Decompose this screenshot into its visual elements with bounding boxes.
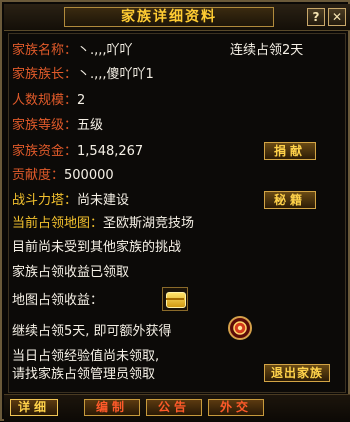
- map-income-label: 地图占领收益：: [12, 293, 104, 308]
- consecutive-days: 连续占领2天: [230, 43, 304, 58]
- window-title: 家族详细资料: [64, 7, 274, 27]
- leader-value: 丶.,,,傻吖吖1: [77, 67, 154, 82]
- leader-row: 家族族长：丶.,,,傻吖吖1: [12, 66, 154, 84]
- contribution-row: 贡献度：500000: [12, 167, 114, 185]
- hall-row: 战斗力塔：尚未建设: [12, 192, 129, 210]
- size-value: 2: [77, 93, 86, 108]
- exp-text-1: 当日占领经验值尚未领取,: [12, 349, 160, 364]
- tab-bar: 详细 编制 公告 外交: [4, 394, 350, 422]
- size-row: 人数规模：2: [12, 92, 85, 110]
- challenge-status: 目前尚未受到其他家族的挑战: [12, 240, 182, 255]
- leave-family-button[interactable]: 退出家族: [264, 364, 330, 382]
- treasure-chest-icon[interactable]: [162, 287, 188, 311]
- family-detail-window: 家族详细资料 ? ✕ 家族名称：丶.,,,吖吖 连续占领2天 家族族长：丶.,,…: [0, 0, 350, 422]
- leader-label: 家族族长：: [12, 67, 78, 82]
- medal-icon[interactable]: [227, 315, 253, 341]
- territory-row: 当前占领地图：圣欧斯湖竞技场: [12, 215, 194, 233]
- donate-button[interactable]: 捐献: [264, 142, 316, 160]
- help-button[interactable]: ?: [307, 8, 325, 26]
- level-value: 五级: [77, 118, 104, 133]
- hall-label: 战斗力塔：: [12, 193, 78, 208]
- secret-button[interactable]: 秘籍: [264, 191, 316, 209]
- continue-text: 继续占领5天, 即可额外获得: [12, 324, 172, 339]
- exp-text-2: 请找家族占领管理员领取: [12, 367, 156, 382]
- territory-label: 当前占领地图：: [12, 216, 104, 231]
- tab-announcement[interactable]: 公告: [146, 399, 202, 416]
- tab-organization[interactable]: 编制: [84, 399, 140, 416]
- level-label: 家族等级：: [12, 118, 78, 133]
- level-row: 家族等级：五级: [12, 117, 103, 135]
- family-name-value: 丶.,,,吖吖: [77, 43, 133, 58]
- tab-diplomacy[interactable]: 外交: [208, 399, 264, 416]
- family-name-label: 家族名称：: [12, 43, 78, 58]
- funds-row: 家族资金：1,548,267: [12, 143, 143, 161]
- funds-label: 家族资金：: [12, 144, 78, 159]
- close-button[interactable]: ✕: [328, 8, 346, 26]
- family-name-row: 家族名称：丶.,,,吖吖: [12, 42, 133, 60]
- title-bar: 家族详细资料 ? ✕: [4, 4, 350, 31]
- size-label: 人数规模：: [12, 93, 78, 108]
- hall-value: 尚未建设: [77, 193, 130, 208]
- territory-value: 圣欧斯湖竞技场: [103, 216, 195, 231]
- income-received-status: 家族占领收益已领取: [12, 265, 130, 280]
- tab-detail[interactable]: 详细: [10, 399, 58, 416]
- contribution-value: 500000: [64, 168, 114, 183]
- funds-value: 1,548,267: [77, 144, 144, 159]
- contribution-label: 贡献度：: [12, 168, 65, 183]
